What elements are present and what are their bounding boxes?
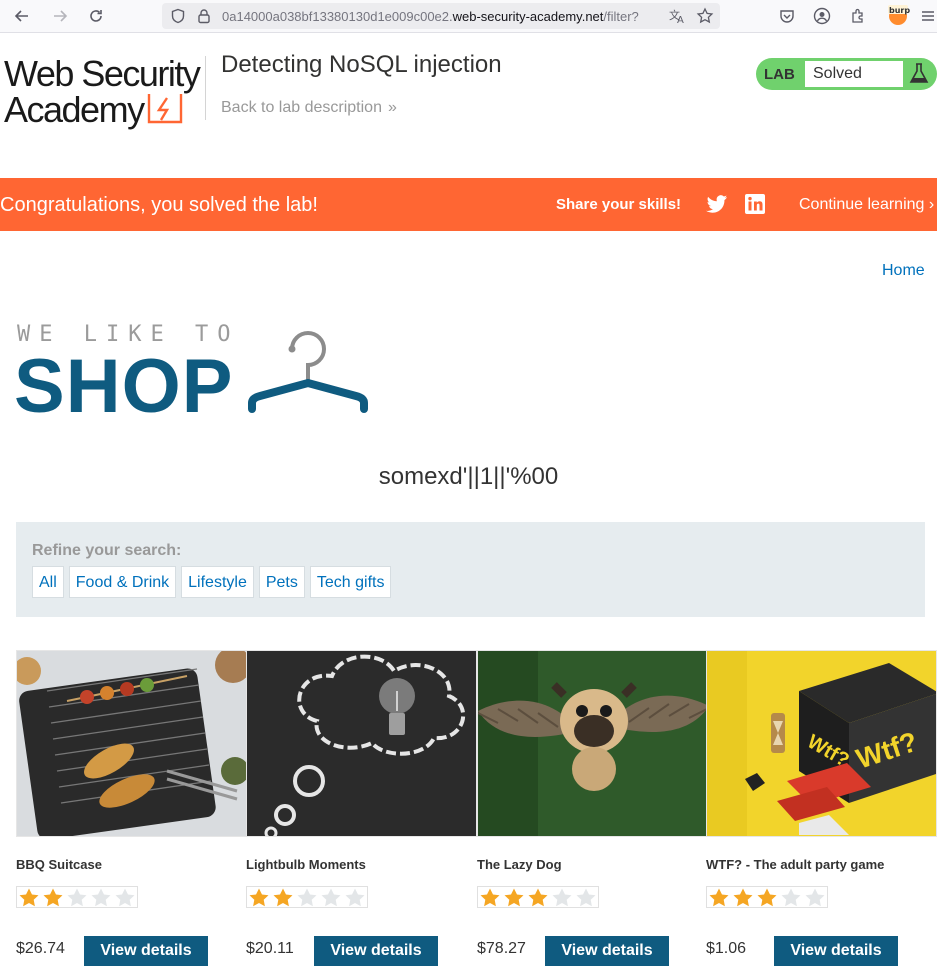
star-empty-icon <box>576 888 596 907</box>
product-card: The Lazy Dog $78.27 View details <box>477 650 708 966</box>
filter-lifestyle[interactable]: Lifestyle <box>181 566 254 598</box>
translate-icon[interactable]: 文A <box>668 7 686 25</box>
reload-icon[interactable] <box>84 4 108 28</box>
continue-learning-link[interactable]: Continue learning › <box>799 196 934 214</box>
header-divider <box>205 56 206 120</box>
congrats-message: Congratulations, you solved the lab! <box>0 194 318 216</box>
filter-pets[interactable]: Pets <box>258 566 305 598</box>
url-prefix: 0a14000a038bf13380130d1e009c00e2. <box>222 9 453 24</box>
shop-wordmark: SHOP <box>14 344 234 429</box>
product-price: $78.27 <box>477 940 526 957</box>
star-filled-icon <box>757 888 777 907</box>
url-path: /filter? <box>603 9 639 24</box>
browser-toolbar: 0a14000a038bf13380130d1e009c00e2.web-sec… <box>0 0 937 33</box>
lock-icon[interactable] <box>196 8 212 24</box>
star-filled-icon <box>733 888 753 907</box>
account-icon[interactable] <box>810 4 834 28</box>
product-card: BBQ Suitcase $26.74 View details <box>16 650 247 966</box>
product-name: The Lazy Dog <box>477 857 562 872</box>
flask-icon <box>909 63 929 83</box>
view-details-button[interactable]: View details <box>545 936 669 966</box>
star-filled-icon <box>249 888 269 907</box>
home-link[interactable]: Home <box>882 262 925 280</box>
star-filled-icon <box>528 888 548 907</box>
linkedin-icon[interactable] <box>745 194 765 214</box>
product-name: BBQ Suitcase <box>16 857 102 872</box>
forward-arrow-icon[interactable] <box>48 4 72 28</box>
product-card: Lightbulb Moments $20.11 View details <box>246 650 477 966</box>
product-image: Wtf? Wtf? <box>706 650 937 837</box>
star-empty-icon <box>67 888 87 907</box>
share-skills-label: Share your skills! <box>556 196 682 213</box>
svg-text:Academy: Academy <box>4 89 145 130</box>
product-name: WTF? - The adult party game <box>706 857 885 872</box>
star-empty-icon <box>321 888 341 907</box>
back-link-label: Back to lab description <box>221 99 382 116</box>
product-name: Lightbulb Moments <box>246 857 366 872</box>
star-rating <box>246 886 368 908</box>
product-image <box>246 650 477 837</box>
filter-tech-gifts[interactable]: Tech gifts <box>309 566 392 598</box>
bookmark-star-icon[interactable] <box>696 7 714 25</box>
refine-label: Refine your search: <box>32 542 182 559</box>
web-security-academy-logo[interactable]: Web Security Academy <box>4 52 202 132</box>
lab-status-value: Solved <box>805 61 903 87</box>
back-arrow-icon[interactable] <box>10 4 34 28</box>
back-to-lab-description-link[interactable]: Back to lab description » <box>221 99 397 117</box>
menu-icon[interactable] <box>918 4 937 28</box>
product-price: $26.74 <box>16 940 65 957</box>
star-empty-icon <box>781 888 801 907</box>
lab-status-widget: LAB Solved <box>756 58 937 90</box>
filter-all[interactable]: All <box>32 566 64 598</box>
product-image <box>16 650 247 837</box>
product-price: $1.06 <box>706 940 747 957</box>
lab-title: Detecting NoSQL injection <box>221 51 502 78</box>
star-empty-icon <box>91 888 111 907</box>
twitter-icon[interactable] <box>706 194 728 214</box>
star-filled-icon <box>504 888 524 907</box>
star-empty-icon <box>552 888 572 907</box>
star-empty-icon <box>297 888 317 907</box>
star-rating <box>477 886 599 908</box>
star-filled-icon <box>43 888 63 907</box>
product-image <box>477 650 708 837</box>
svg-text:burp: burp <box>889 6 910 15</box>
star-filled-icon <box>273 888 293 907</box>
star-filled-icon <box>480 888 500 907</box>
svg-text:A: A <box>677 15 684 25</box>
view-details-button[interactable]: View details <box>774 936 898 966</box>
chevron-right-icon: › <box>928 196 935 213</box>
filter-panel: Refine your search: All Food & Drink Lif… <box>16 522 925 617</box>
continue-learning-label: Continue learning <box>799 196 925 213</box>
url-domain: web-security-academy.net <box>452 9 604 24</box>
star-filled-icon <box>19 888 39 907</box>
star-empty-icon <box>345 888 365 907</box>
lab-tag: LAB <box>764 66 795 83</box>
url-text: 0a14000a038bf13380130d1e009c00e2.web-sec… <box>222 9 654 24</box>
url-bar[interactable]: 0a14000a038bf13380130d1e009c00e2.web-sec… <box>162 3 720 29</box>
star-empty-icon <box>115 888 135 907</box>
extensions-icon[interactable] <box>846 4 870 28</box>
star-rating <box>16 886 138 908</box>
congratulations-banner: Congratulations, you solved the lab! Sha… <box>0 178 937 231</box>
star-empty-icon <box>805 888 825 907</box>
double-chevron-right-icon: » <box>387 99 397 116</box>
burp-extension-icon[interactable]: burp <box>886 3 910 27</box>
filter-list: All Food & Drink Lifestyle Pets Tech gif… <box>32 566 392 598</box>
shield-icon[interactable] <box>170 8 186 24</box>
search-term-heading: somexd'||1||'%00 <box>378 463 559 490</box>
product-card: Wtf? Wtf? WTF? - The adult party game $1… <box>706 650 937 966</box>
pocket-icon[interactable] <box>775 4 799 28</box>
filter-food-drink[interactable]: Food & Drink <box>68 566 177 598</box>
view-details-button[interactable]: View details <box>84 936 208 966</box>
svg-text:Web Security: Web Security <box>4 53 201 94</box>
star-rating <box>706 886 828 908</box>
star-filled-icon <box>709 888 729 907</box>
view-details-button[interactable]: View details <box>314 936 438 966</box>
product-price: $20.11 <box>246 940 294 957</box>
hanger-icon <box>248 331 368 413</box>
